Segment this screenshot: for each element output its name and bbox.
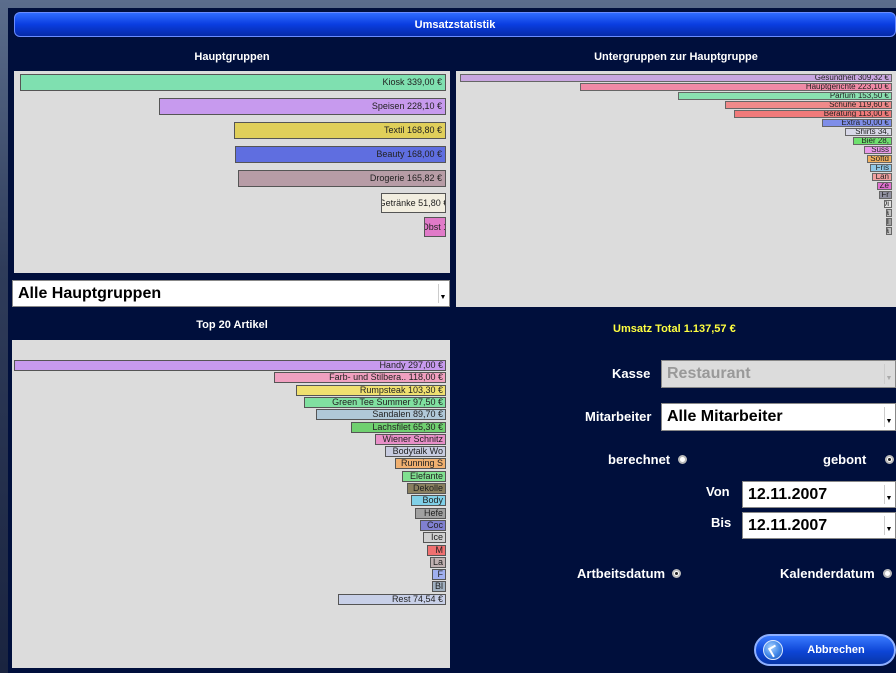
berechnet-label: berechnet bbox=[608, 452, 671, 467]
untergruppen-bar: I bbox=[886, 218, 892, 226]
top20-bar: M bbox=[427, 544, 446, 556]
kasse-select-value: Restaurant bbox=[667, 365, 751, 382]
untergruppen-title: Untergruppen zur Hauptgruppe bbox=[594, 51, 758, 63]
arbeitsdatum-radio[interactable] bbox=[672, 569, 681, 578]
hauptgruppen-select-value: Alle Hauptgruppen bbox=[18, 284, 162, 302]
hauptgruppen-title: Hauptgruppen bbox=[194, 51, 270, 63]
hauptgruppen-select[interactable]: Alle Hauptgruppen ▼ bbox=[12, 280, 450, 307]
hauptgruppen-bar: Kiosk 339,00 € bbox=[20, 74, 446, 91]
untergruppen-bar: Parfüm 153,50 € bbox=[677, 92, 892, 100]
top20-bar: La bbox=[430, 556, 446, 568]
top20-title: Top 20 Artikel bbox=[196, 319, 268, 331]
top20-bar: Bl bbox=[432, 581, 446, 593]
cancel-icon bbox=[763, 640, 783, 660]
top20-bar: F bbox=[432, 569, 446, 581]
top20-bar: Farb- und Stilbera.. 118,00 € bbox=[274, 372, 446, 384]
gebont-label: gebont bbox=[823, 452, 867, 467]
bis-date-field[interactable]: 12.11.2007 ▼ bbox=[742, 512, 896, 539]
top20-bar: Sandalen 89,70 € bbox=[315, 409, 446, 421]
top20-bar: Handy 297,00 € bbox=[14, 360, 446, 371]
untergruppen-bar: Softd bbox=[866, 155, 892, 163]
untergruppen-bar: Fr bbox=[879, 191, 892, 199]
hauptgruppen-bar: Beauty 168,00 € bbox=[234, 146, 446, 163]
hauptgruppen-bar: Getränke 51,80 € bbox=[380, 193, 446, 213]
bis-label: Bis bbox=[711, 515, 732, 530]
untergruppen-bar: a bbox=[886, 209, 892, 217]
mitarbeiter-select-value: Alle Mitarbeiter bbox=[667, 408, 783, 425]
kalenderdatum-radio[interactable] bbox=[883, 569, 892, 578]
untergruppen-bar: Süss bbox=[864, 146, 892, 154]
untergruppen-chart: Gesundheit 309,32 € Hauptgerichte 223,10 … bbox=[456, 71, 896, 307]
hauptgruppen-chart: Kiosk 339,00 € Speisen 228,10 € Textil 168… bbox=[14, 71, 450, 273]
berechnet-radio[interactable] bbox=[678, 455, 687, 464]
untergruppen-bar: Ze bbox=[876, 182, 892, 190]
umsatz-total: Umsatz Total 1.137,57 € bbox=[613, 323, 736, 335]
gebont-radio[interactable] bbox=[885, 455, 894, 464]
bis-date-value: 12.11.2007 bbox=[748, 516, 828, 534]
chevron-down-icon[interactable]: ▼ bbox=[884, 407, 893, 427]
kalenderdatum-label: Kalenderdatum bbox=[780, 566, 875, 581]
top20-bar: Rumpsteak 103,30 € bbox=[295, 384, 446, 396]
untergruppen-bar: Schuhe 119,60 € bbox=[724, 101, 892, 109]
top20-bar: Rest 74,54 € bbox=[337, 593, 446, 605]
top20-bar: Bodytalk Wo bbox=[384, 446, 446, 458]
cancel-button-label: Abbrechen bbox=[807, 644, 865, 656]
top20-bar: Wiener Schnitz bbox=[374, 433, 446, 445]
hauptgruppen-bar: Speisen 228,10 € bbox=[159, 98, 446, 115]
top20-bar: Body bbox=[411, 495, 446, 507]
hauptgruppen-bar: Obst 1 bbox=[424, 217, 446, 237]
window-title: Umsatzstatistik bbox=[14, 12, 896, 37]
top20-bar: Dekolle bbox=[406, 483, 446, 494]
chevron-down-icon[interactable]: ▼ bbox=[884, 485, 893, 504]
untergruppen-bar: Fris bbox=[869, 164, 892, 172]
mitarbeiter-label: Mitarbeiter bbox=[585, 409, 652, 424]
untergruppen-bar: Extra 50,00 € bbox=[822, 119, 892, 127]
kasse-select[interactable]: Restaurant ▼ bbox=[661, 360, 896, 388]
untergruppen-bar: Beratung 113,00 € bbox=[734, 110, 892, 118]
arbeitsdatum-label: Artbeitsdatum bbox=[577, 566, 666, 581]
hauptgruppen-bar: Textil 168,80 € bbox=[233, 122, 446, 139]
untergruppen-bar: Di bbox=[883, 200, 892, 208]
chevron-down-icon[interactable]: ▼ bbox=[438, 284, 447, 303]
top20-bar: Running S bbox=[395, 458, 446, 470]
cancel-button[interactable]: Abbrechen bbox=[754, 634, 896, 666]
top20-bar: Lachsfilet 65,30 € bbox=[351, 421, 446, 433]
app-window: Umsatzstatistik Hauptgruppen Kiosk 339,0… bbox=[0, 0, 896, 673]
untergruppen-bar: Hauptgerichte 223,10 € bbox=[580, 83, 892, 91]
top20-chart: Handy 297,00 € Farb- und Stilbera.. 118,0… bbox=[12, 340, 450, 668]
kasse-label: Kasse bbox=[612, 366, 651, 381]
top20-bar: Ice bbox=[422, 532, 446, 544]
untergruppen-bar: Bier 28, bbox=[852, 137, 892, 145]
von-date-field[interactable]: 12.11.2007 ▼ bbox=[742, 481, 896, 508]
chevron-down-icon[interactable]: ▼ bbox=[884, 364, 893, 384]
untergruppen-bar: Lan bbox=[872, 173, 892, 181]
top20-bar: Coc bbox=[419, 519, 446, 531]
chevron-down-icon[interactable]: ▼ bbox=[884, 516, 893, 535]
untergruppen-bar: Gesundheit 309,32 € bbox=[460, 74, 892, 82]
top20-bar: Hefe bbox=[415, 507, 446, 519]
untergruppen-bar: Shirts 34, bbox=[844, 128, 892, 136]
von-label: Von bbox=[706, 484, 730, 499]
hauptgruppen-bar: Drogerie 165,82 € bbox=[237, 170, 446, 187]
top20-bar: Elefante bbox=[402, 470, 446, 482]
mitarbeiter-select[interactable]: Alle Mitarbeiter ▼ bbox=[661, 403, 896, 431]
von-date-value: 12.11.2007 bbox=[748, 485, 828, 503]
untergruppen-bar: a bbox=[886, 227, 892, 235]
top20-bar: Green Tee Summer 97,50 € bbox=[304, 396, 446, 408]
